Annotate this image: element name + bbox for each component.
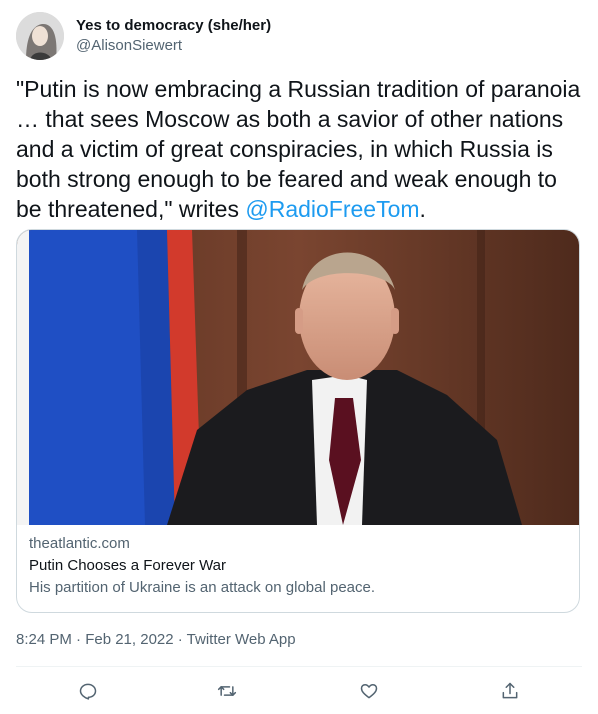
avatar[interactable]: [16, 12, 64, 60]
card-meta: theatlantic.com Putin Chooses a Forever …: [29, 534, 569, 598]
share-button[interactable]: [495, 676, 525, 706]
card-image: [17, 230, 579, 525]
card-title: Putin Chooses a Forever War: [29, 557, 227, 574]
tweet-text: "Putin is now embracing a Russian tradit…: [16, 74, 582, 224]
retweet-icon: [217, 686, 237, 696]
retweet-button[interactable]: [212, 676, 242, 706]
reply-button[interactable]: [73, 676, 103, 706]
author-info: Yes to democracy (she/her) @AlisonSiewer…: [76, 16, 271, 56]
mention-link[interactable]: @RadioFreeTom: [245, 196, 419, 222]
tweet-header: Yes to democracy (she/her) @AlisonSiewer…: [16, 12, 271, 60]
display-name[interactable]: Yes to democracy (she/her): [76, 16, 271, 36]
divider: [16, 666, 582, 667]
like-button[interactable]: [354, 676, 384, 706]
tweet-timestamp[interactable]: 8:24 PM · Feb 21, 2022 · Twitter Web App: [16, 630, 296, 650]
card-domain: theatlantic.com: [29, 535, 130, 552]
share-icon: [502, 682, 518, 699]
reply-icon: [79, 683, 97, 700]
action-bar: [16, 676, 582, 706]
link-card[interactable]: theatlantic.com Putin Chooses a Forever …: [16, 229, 580, 613]
tweet-tail: .: [419, 196, 426, 222]
handle[interactable]: @AlisonSiewert: [76, 36, 271, 56]
card-description: His partition of Ukraine is an attack on…: [29, 579, 376, 596]
like-icon: [360, 684, 378, 699]
